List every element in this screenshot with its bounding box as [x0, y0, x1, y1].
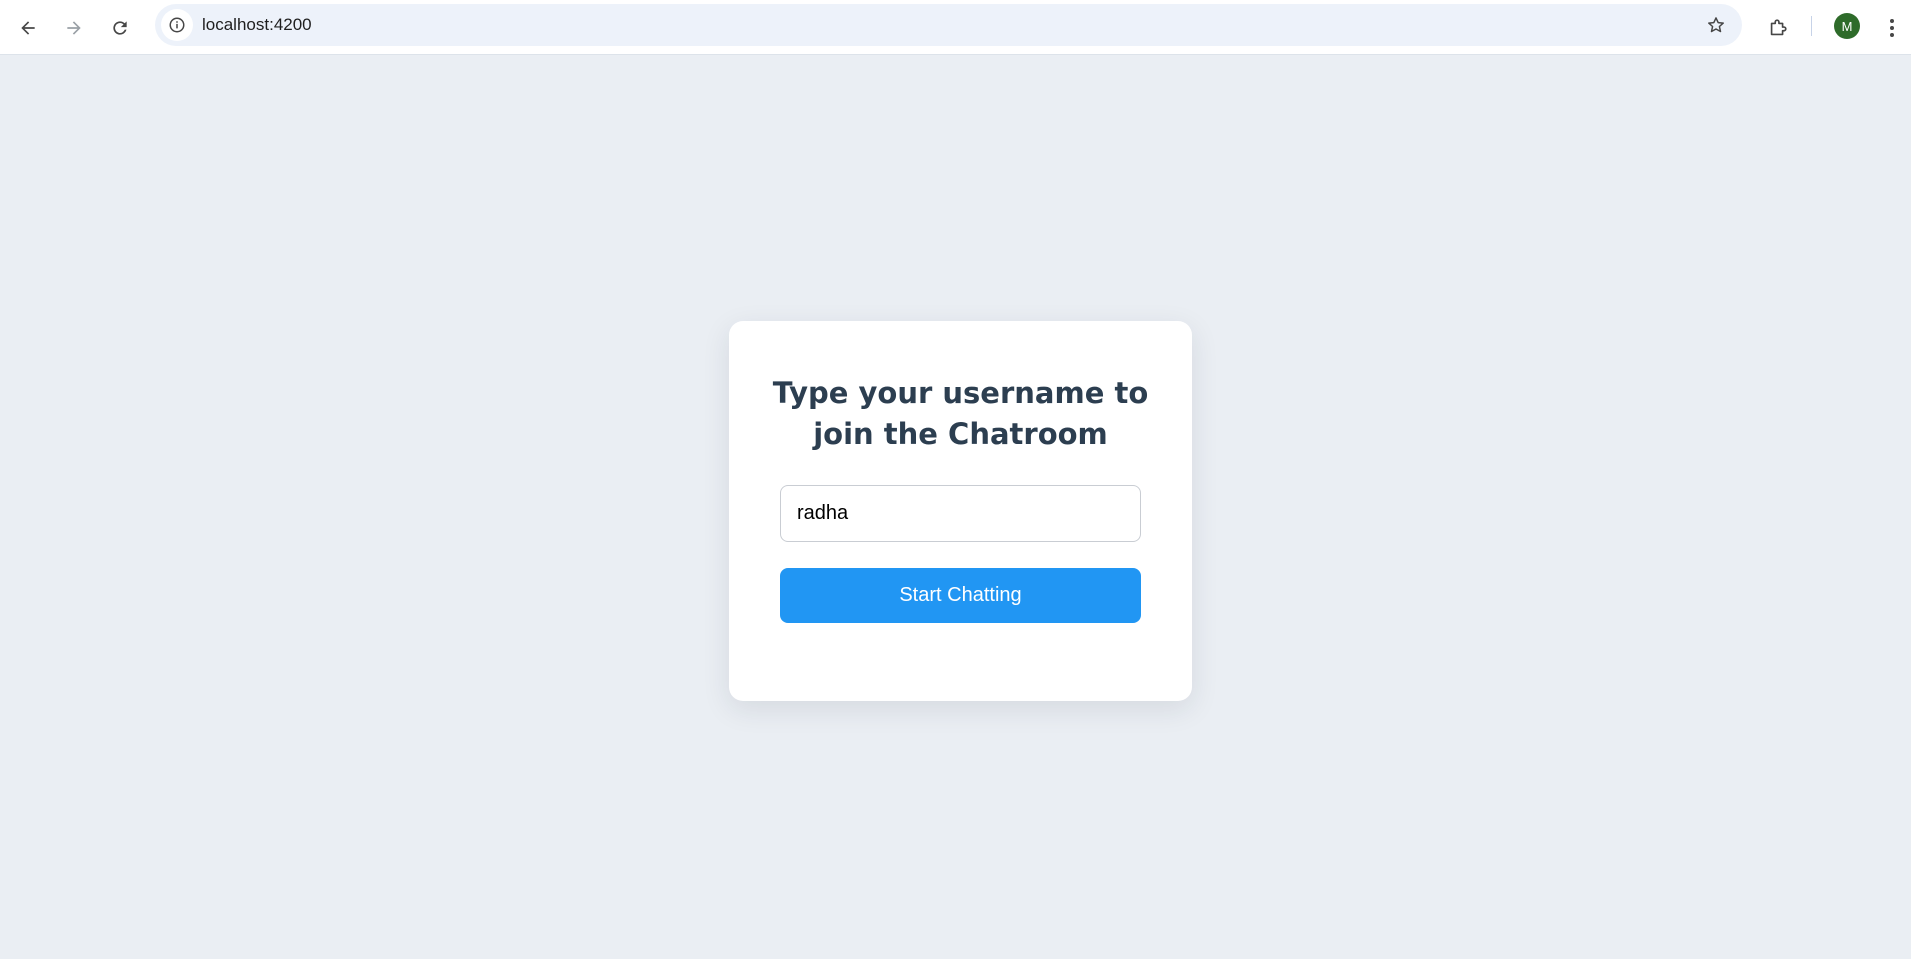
bookmark-button[interactable]	[1704, 13, 1728, 37]
address-bar[interactable]: localhost:4200	[155, 4, 1742, 46]
info-icon	[169, 17, 185, 33]
username-input[interactable]	[780, 485, 1141, 542]
login-card: Type your username to join the Chatroom …	[729, 321, 1192, 701]
extensions-button[interactable]	[1762, 12, 1794, 44]
forward-button[interactable]	[58, 12, 90, 44]
arrow-left-icon	[21, 21, 35, 35]
page-content: Type your username to join the Chatroom …	[0, 55, 1911, 959]
reload-button[interactable]	[104, 12, 136, 44]
reload-icon	[113, 21, 127, 35]
browser-menu-button[interactable]	[1880, 12, 1904, 44]
star-icon	[1708, 17, 1724, 33]
login-title: Type your username to join the Chatroom	[772, 376, 1149, 451]
site-info-button[interactable]	[161, 9, 193, 41]
back-button[interactable]	[12, 12, 44, 44]
puzzle-icon	[1770, 19, 1787, 36]
browser-toolbar: localhost:4200 M	[0, 0, 1911, 55]
kebab-menu-icon	[1890, 19, 1894, 37]
url-text[interactable]: localhost:4200	[202, 4, 312, 46]
start-chatting-button[interactable]: Start Chatting	[780, 568, 1141, 623]
profile-avatar[interactable]: M	[1834, 13, 1860, 39]
toolbar-divider	[1811, 16, 1812, 36]
arrow-right-icon	[67, 21, 81, 35]
